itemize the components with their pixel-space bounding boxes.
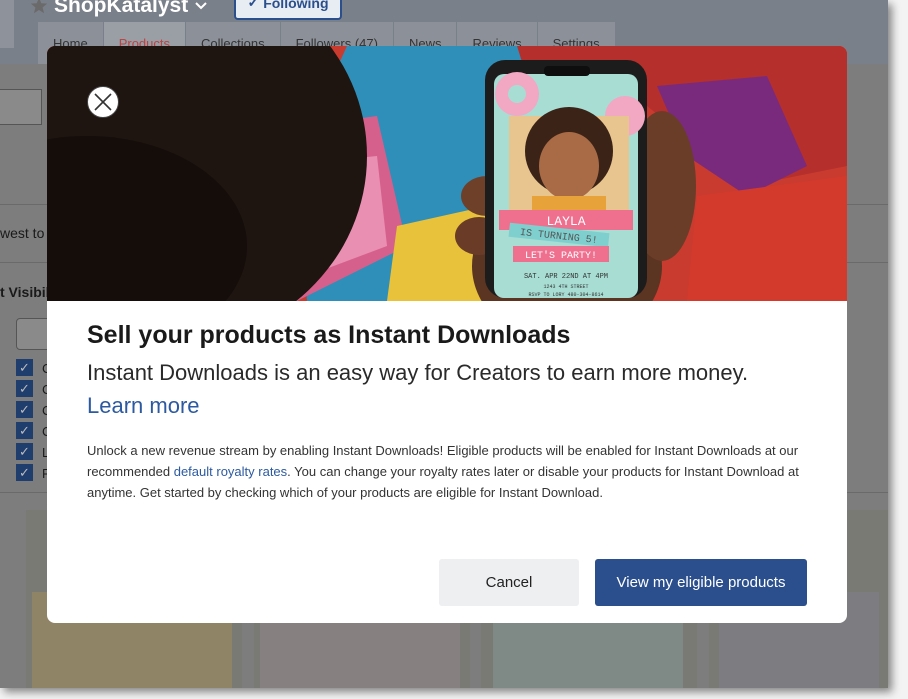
search-input[interactable] [0, 89, 42, 125]
filter-checkbox[interactable]: ✓ [16, 443, 33, 460]
invite-line2: LET'S PARTY! [525, 250, 597, 262]
browser-window: ShopKatalyst ✓ Following Home Products C… [0, 0, 888, 688]
sidebar-strip [0, 0, 14, 48]
invite-date: SAT. APR 22ND AT 4PM [524, 273, 608, 281]
learn-more-link[interactable]: Learn more [87, 393, 200, 419]
check-icon: ✓ [247, 0, 260, 10]
cancel-button[interactable]: Cancel [439, 559, 579, 606]
following-label: Following [263, 0, 329, 11]
view-eligible-products-button[interactable]: View my eligible products [595, 559, 807, 606]
invite-name: LAYLA [546, 214, 585, 229]
store-name[interactable]: ShopKatalyst [30, 0, 208, 18]
store-name-label: ShopKatalyst [54, 0, 189, 17]
instant-downloads-modal: LAYLA IS TURNING 5! LET'S PARTY! SAT. AP… [47, 46, 847, 623]
close-button[interactable] [87, 86, 119, 118]
filter-checkbox[interactable]: ✓ [16, 422, 33, 439]
sort-select[interactable]: west to [0, 225, 44, 241]
hero-illustration: LAYLA IS TURNING 5! LET'S PARTY! SAT. AP… [47, 46, 847, 301]
close-icon [94, 93, 112, 111]
visibility-heading: t Visibil [0, 284, 50, 300]
filter-checkbox[interactable]: ✓ [16, 380, 33, 397]
hero-image: LAYLA IS TURNING 5! LET'S PARTY! SAT. AP… [47, 46, 847, 301]
star-icon [30, 0, 48, 14]
invite-address: 1243 4TH STREET [543, 284, 588, 290]
chevron-down-icon [195, 2, 207, 10]
filter-checkbox[interactable]: ✓ [16, 464, 33, 481]
modal-title: Sell your products as Instant Downloads [87, 321, 571, 349]
modal-subtitle: Instant Downloads is an easy way for Cre… [87, 360, 749, 385]
filter-checkbox[interactable]: ✓ [16, 401, 33, 418]
filter-checkbox[interactable]: ✓ [16, 359, 33, 376]
invite-rsvp: RSVP TO LORY 480-304-8614 [528, 292, 603, 298]
following-button[interactable]: ✓ Following [234, 0, 342, 20]
royalty-rates-link[interactable]: default royalty rates [174, 464, 287, 479]
modal-body: Unlock a new revenue stream by enabling … [87, 440, 817, 503]
